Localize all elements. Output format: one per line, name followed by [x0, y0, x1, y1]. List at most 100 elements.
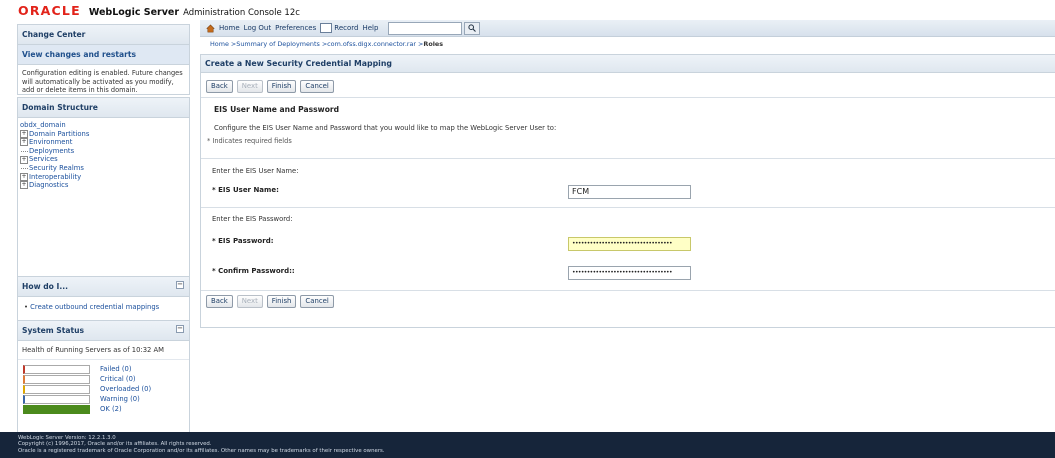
section-title: EIS User Name and Password	[214, 105, 340, 114]
breadcrumb-path[interactable]: Home >Summary of Deployments >com.ofss.d…	[210, 40, 423, 48]
credential-mapping-panel: Create a New Security Credential Mapping…	[200, 54, 1055, 328]
product-name: WebLogic Server	[88, 7, 180, 18]
domain-root-link[interactable]: obdx_domain	[20, 121, 66, 130]
status-label[interactable]: OK (2)	[100, 405, 122, 413]
status-label[interactable]: Critical (0)	[100, 375, 136, 383]
status-row: Overloaded (0)	[18, 384, 189, 394]
next-button[interactable]: Next	[236, 80, 263, 93]
status-label[interactable]: Failed (0)	[100, 365, 132, 373]
oracle-logo: ORACLE	[18, 3, 81, 18]
divider	[201, 97, 1055, 98]
status-row: Critical (0)	[18, 374, 189, 384]
tree-item-label[interactable]: Deployments	[29, 147, 74, 156]
panel-title: Create a New Security Credential Mapping	[201, 55, 1055, 73]
record-link[interactable]: Record	[334, 24, 358, 32]
enter-user-label: Enter the EIS User Name:	[212, 167, 299, 175]
enter-password-label: Enter the EIS Password:	[212, 215, 293, 223]
domain-structure-title: Domain Structure	[18, 98, 189, 118]
status-bar	[23, 404, 90, 414]
collapse-icon[interactable]: −	[176, 281, 184, 289]
confirm-password-label: * Confirm Password::	[212, 267, 295, 275]
breadcrumb-current: Roles	[423, 40, 444, 48]
wizard-buttons-bottom: Back Next Finish Cancel	[206, 295, 338, 308]
view-changes-link[interactable]: View changes and restarts	[18, 45, 189, 65]
system-status-title: System Status −	[18, 321, 189, 341]
logout-link[interactable]: Log Out	[244, 24, 271, 32]
brand: ORACLE WebLogic Server Administration Co…	[18, 3, 300, 18]
next-button[interactable]: Next	[236, 295, 263, 308]
help-link[interactable]: Help	[362, 24, 378, 32]
tree-item-label[interactable]: Environment	[29, 138, 72, 147]
tree-item-label[interactable]: Services	[29, 155, 58, 164]
trademark-text: Oracle is a registered trademark of Orac…	[18, 447, 385, 454]
status-label[interactable]: Overloaded (0)	[100, 385, 151, 393]
footer-text: WebLogic Server Version: 12.2.1.3.0 Copy…	[18, 435, 385, 454]
how-do-i-item: • Create outbound credential mappings	[24, 303, 160, 311]
domain-tree: obdx_domain + Domain Partitions + Environm…	[18, 118, 189, 193]
cancel-button[interactable]: Cancel	[300, 80, 334, 93]
preferences-link[interactable]: Preferences	[275, 24, 316, 32]
search-input[interactable]	[388, 21, 463, 35]
finish-button[interactable]: Finish	[266, 80, 297, 93]
required-note: * Indicates required fields	[207, 137, 292, 145]
breadcrumb: Home >Summary of Deployments >com.ofss.d…	[210, 40, 443, 48]
back-button[interactable]: Back	[206, 80, 233, 93]
collapse-icon[interactable]: −	[176, 325, 184, 333]
tree-line	[21, 150, 28, 152]
console-name: Administration Console 12c	[183, 8, 300, 18]
create-outbound-mappings-link[interactable]: Create outbound credential mappings	[30, 303, 159, 311]
status-row: OK (2)	[18, 404, 189, 414]
eis-password-label: * EIS Password:	[212, 237, 274, 245]
status-bar	[23, 384, 90, 394]
tree-item-label[interactable]: Interoperability	[29, 173, 81, 182]
status-label[interactable]: Warning (0)	[100, 395, 140, 403]
tree-item-label[interactable]: Security Realms	[29, 164, 84, 173]
cancel-button[interactable]: Cancel	[300, 295, 334, 308]
section-description: Configure the EIS User Name and Password…	[214, 124, 557, 132]
wizard-buttons-top: Back Next Finish Cancel	[206, 80, 338, 93]
health-subtitle: Health of Running Servers as of 10:32 AM	[18, 341, 189, 360]
expand-icon[interactable]: +	[20, 155, 28, 164]
how-do-i-title: How do I... −	[18, 277, 189, 297]
status-bar	[23, 364, 90, 374]
tree-item-security-realms[interactable]: Security Realms	[20, 164, 187, 173]
eis-password-input[interactable]: ••••••••••••••••••••••••••••••••••	[568, 237, 691, 251]
tree-item-domain-partitions[interactable]: + Domain Partitions	[20, 130, 187, 139]
expand-icon[interactable]: +	[20, 129, 28, 138]
home-icon[interactable]	[206, 24, 215, 33]
status-row: Failed (0)	[18, 364, 189, 374]
tree-line	[21, 167, 28, 169]
change-center-title: Change Center	[18, 25, 189, 45]
toolbar: Home Log Out Preferences Record Help	[200, 20, 1055, 37]
record-icon[interactable]	[320, 23, 333, 33]
tree-item-environment[interactable]: + Environment	[20, 138, 187, 147]
change-center-text: Configuration editing is enabled. Future…	[22, 69, 183, 94]
how-do-i-title-text: How do I...	[22, 282, 69, 291]
confirm-password-input[interactable]: ••••••••••••••••••••••••••••••••••	[568, 266, 691, 280]
expand-icon[interactable]: +	[20, 138, 28, 147]
search-button[interactable]	[464, 21, 481, 35]
tree-item-label[interactable]: Diagnostics	[29, 181, 68, 190]
eis-user-input[interactable]: FCM	[568, 185, 691, 199]
expand-icon[interactable]: +	[20, 181, 28, 190]
status-bar	[23, 374, 90, 384]
back-button[interactable]: Back	[206, 295, 233, 308]
tree-item-diagnostics[interactable]: + Diagnostics	[20, 181, 187, 190]
tree-item-label[interactable]: Domain Partitions	[29, 130, 89, 139]
home-link[interactable]: Home	[219, 24, 240, 32]
status-rows: Failed (0) Critical (0) Overloaded (0) Warn…	[18, 360, 189, 414]
status-row: Warning (0)	[18, 394, 189, 404]
tree-item-deployments[interactable]: Deployments	[20, 147, 187, 156]
tree-item-services[interactable]: + Services	[20, 155, 187, 164]
finish-button[interactable]: Finish	[266, 295, 297, 308]
domain-structure-panel: Domain Structure obdx_domain + Domain Par…	[17, 97, 190, 284]
divider	[201, 207, 1055, 208]
divider	[201, 158, 1055, 159]
top-bar: ORACLE WebLogic Server Administration Co…	[0, 0, 1055, 20]
change-center-panel: Change Center View changes and restarts …	[17, 24, 190, 95]
tree-item-interoperability[interactable]: + Interoperability	[20, 173, 187, 182]
divider	[201, 290, 1055, 291]
search-icon	[468, 24, 477, 32]
eis-user-label: * EIS User Name:	[212, 186, 279, 194]
expand-icon[interactable]: +	[20, 172, 28, 181]
